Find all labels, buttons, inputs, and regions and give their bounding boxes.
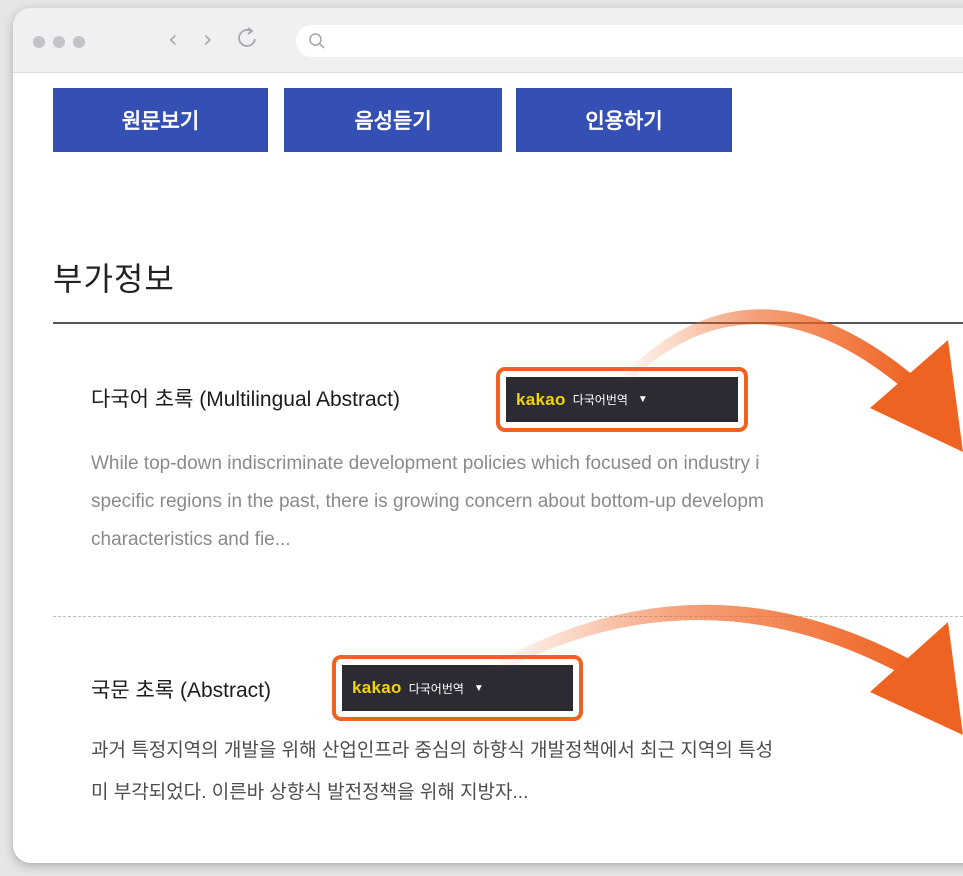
window-zoom-dot[interactable] — [73, 36, 85, 48]
translate-label: 다국어번역 — [408, 681, 464, 696]
browser-toolbar: ‹ › — [13, 8, 963, 73]
kakao-translate-dropdown[interactable]: kakao 다국어번역 ▼ — [342, 665, 573, 711]
cite-button[interactable]: 인용하기 — [516, 88, 732, 152]
chevron-down-icon: ▼ — [637, 394, 648, 405]
browser-window: ‹ › 원문보기 음성듣기 인용하기 부가정보 다국어 초록 (Multilin… — [13, 8, 963, 863]
chevron-right-icon[interactable]: › — [203, 24, 213, 54]
url-bar[interactable] — [296, 25, 963, 57]
multilingual-abstract-heading: 다국어 초록 (Multilingual Abstract) — [91, 388, 401, 411]
kakao-logo: kakao — [352, 678, 402, 697]
kakao-translate-dropdown[interactable]: kakao 다국어번역 ▼ — [506, 377, 738, 422]
korean-abstract-text: 과거 특정지역의 개발을 위해 산업인프라 중심의 하향식 개발정책에서 최근 … — [91, 740, 774, 803]
chevron-left-icon[interactable]: ‹ — [168, 24, 178, 54]
listen-audio-button[interactable]: 음성듣기 — [284, 88, 502, 152]
search-icon — [309, 33, 325, 49]
translate-highlight-frame: kakao 다국어번역 ▼ — [496, 367, 748, 432]
reload-icon[interactable] — [236, 25, 260, 58]
section-title: 부가정보 — [53, 261, 175, 297]
translate-label: 다국어번역 — [572, 393, 628, 407]
window-close-dot[interactable] — [33, 36, 45, 48]
kakao-logo: kakao — [516, 389, 566, 409]
stage: ‹ › 원문보기 음성듣기 인용하기 부가정보 다국어 초록 (Multilin… — [0, 0, 963, 876]
korean-abstract-heading: 국문 초록 (Abstract) — [91, 679, 271, 702]
view-original-button[interactable]: 원문보기 — [53, 88, 268, 152]
window-minimize-dot[interactable] — [53, 36, 65, 48]
section-divider — [53, 322, 963, 324]
multilingual-abstract-text: While top-down indiscriminate developmen… — [91, 453, 764, 550]
abstract-divider — [53, 616, 963, 617]
chevron-down-icon: ▼ — [473, 682, 484, 694]
translate-highlight-frame: kakao 다국어번역 ▼ — [332, 655, 583, 721]
